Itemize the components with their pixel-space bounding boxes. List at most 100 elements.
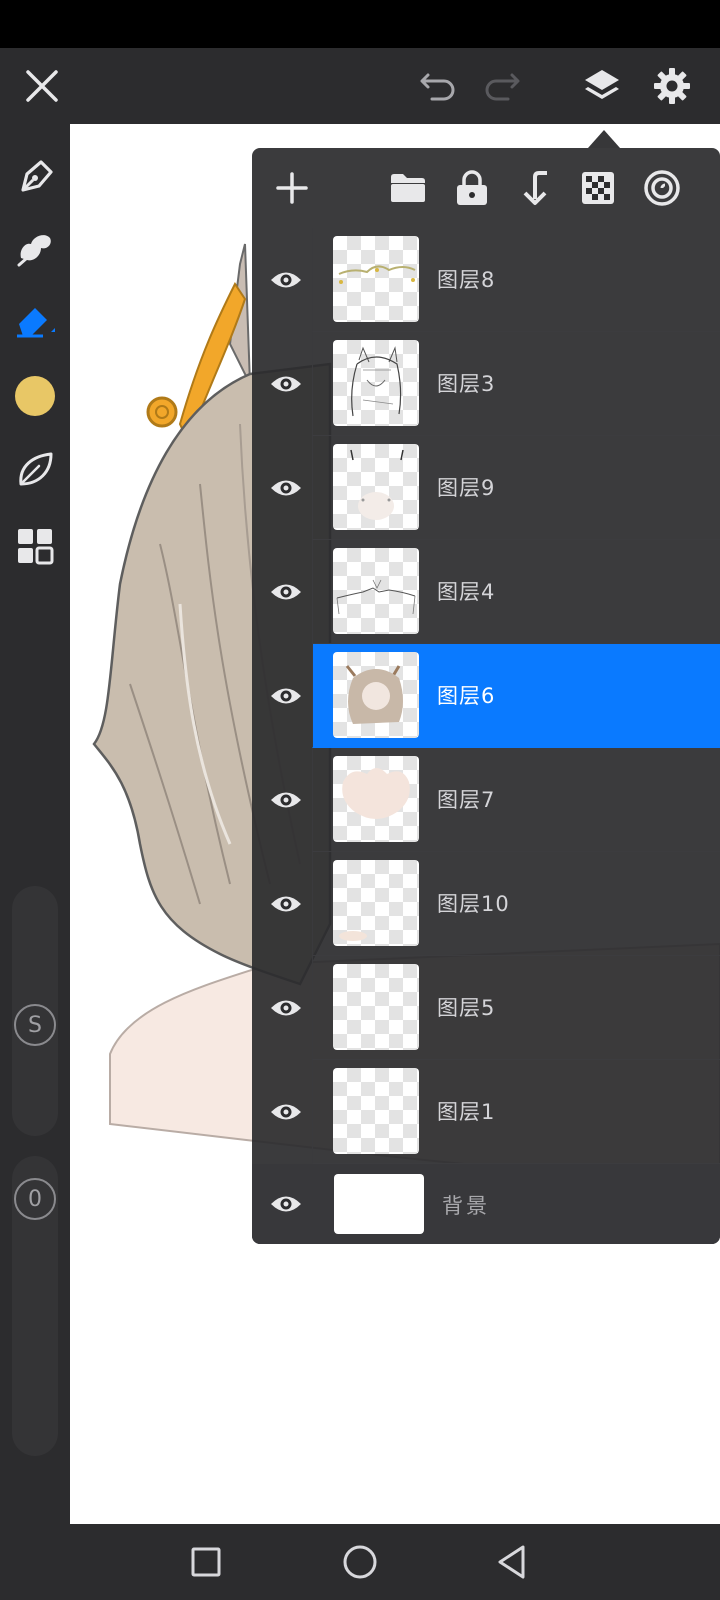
- home-icon: [343, 1545, 377, 1579]
- top-toolbar: [0, 48, 720, 124]
- background-thumbnail: [334, 1174, 424, 1234]
- settings-button[interactable]: [648, 62, 696, 110]
- layers-panel-pointer: [588, 130, 620, 148]
- layer-row[interactable]: 图层1: [252, 1060, 720, 1164]
- layer-row[interactable]: 图层4: [252, 540, 720, 644]
- eye-icon: [271, 272, 301, 288]
- eye-icon: [271, 688, 301, 704]
- close-button[interactable]: [18, 62, 66, 110]
- home-button[interactable]: [336, 1538, 384, 1586]
- eye-icon: [271, 896, 301, 912]
- visibility-toggle[interactable]: [262, 1088, 310, 1136]
- group-layers-button[interactable]: [384, 164, 432, 212]
- undo-button[interactable]: [414, 62, 462, 110]
- lock-layer-button[interactable]: [448, 164, 496, 212]
- layer-thumbnail: [333, 652, 419, 738]
- background-layer-row[interactable]: 背景: [252, 1164, 720, 1244]
- layer-row[interactable]: 图层10: [252, 852, 720, 956]
- visibility-toggle[interactable]: [262, 984, 310, 1032]
- layer-name: 图层5: [437, 996, 496, 1020]
- grid-icon: [18, 529, 54, 565]
- gear-icon: [654, 68, 690, 104]
- layer-thumbnail: [333, 1068, 419, 1154]
- layers-panel: 图层8 图层3 图层9 图层4 图层6 图层7 图层10 图层5 图层1 背景: [252, 148, 720, 1244]
- layers-button[interactable]: [578, 62, 626, 110]
- left-toolbar: S 0: [0, 124, 70, 1524]
- visibility-toggle[interactable]: [262, 672, 310, 720]
- eye-icon: [271, 1104, 301, 1120]
- layer-row-content: 图层5: [312, 956, 720, 1060]
- layer-row[interactable]: 图层7: [252, 748, 720, 852]
- layer-row-content: 图层9: [312, 436, 720, 540]
- alpha-lock-button[interactable]: [574, 164, 622, 212]
- layer-name: 图层3: [437, 372, 496, 396]
- pen-tool-button[interactable]: [11, 152, 59, 200]
- layer-name: 图层1: [437, 1100, 496, 1124]
- layer-row-content: 图层3: [312, 332, 720, 436]
- visibility-toggle[interactable]: [262, 464, 310, 512]
- layer-thumbnail: [333, 236, 419, 322]
- eye-icon: [271, 1000, 301, 1016]
- status-bar: [0, 0, 720, 48]
- back-icon: [498, 1545, 525, 1579]
- merge-down-button[interactable]: [512, 164, 560, 212]
- layer-name: 图层4: [437, 580, 496, 604]
- smudge-tool-button[interactable]: [11, 224, 59, 272]
- smudge-tool-icon: [17, 235, 51, 267]
- layer-thumbnail: [333, 340, 419, 426]
- eye-icon: [271, 376, 301, 392]
- drawing-app: S 0 图层8 图层3 图层9 图层4 图层6 图层7 图层10 图层5 图层1…: [0, 0, 720, 1600]
- layer-name: 图层8: [437, 268, 496, 292]
- layer-name: 图层10: [437, 892, 510, 916]
- blend-mode-button[interactable]: [638, 164, 686, 212]
- undo-icon: [420, 73, 455, 101]
- redo-button[interactable]: [478, 62, 526, 110]
- visibility-toggle[interactable]: [262, 776, 310, 824]
- eye-icon: [271, 480, 301, 496]
- layer-name: 图层7: [437, 788, 496, 812]
- visibility-toggle[interactable]: [262, 256, 310, 304]
- layer-name: 图层6: [437, 684, 496, 708]
- system-nav-bar: [0, 1524, 720, 1600]
- visibility-toggle[interactable]: [262, 880, 310, 928]
- layer-row[interactable]: 图层8: [252, 228, 720, 332]
- folder-icon: [391, 174, 425, 202]
- checker-icon: [582, 172, 614, 204]
- layers-icon: [585, 70, 619, 99]
- recents-icon: [191, 1547, 221, 1577]
- layer-thumbnail: [333, 756, 419, 842]
- brush-size-label: S: [14, 1004, 56, 1046]
- eraser-tool-button[interactable]: [11, 296, 59, 344]
- visibility-toggle[interactable]: [262, 568, 310, 616]
- layer-thumbnail: [333, 444, 419, 530]
- layer-row[interactable]: 图层9: [252, 436, 720, 540]
- artwork-ornament-ring: [146, 396, 178, 428]
- layer-row[interactable]: 图层6: [252, 644, 720, 748]
- close-icon: [26, 70, 58, 102]
- layer-row-content: 图层8: [312, 228, 720, 332]
- visibility-toggle[interactable]: [262, 1180, 310, 1228]
- color-button[interactable]: [11, 372, 59, 420]
- layer-row-content: 图层7: [312, 748, 720, 852]
- brush-library-button[interactable]: [11, 446, 59, 494]
- eye-icon: [271, 584, 301, 600]
- back-button[interactable]: [488, 1538, 536, 1586]
- eye-icon: [271, 792, 301, 808]
- layer-row[interactable]: 图层3: [252, 332, 720, 436]
- eraser-tool-icon: [17, 308, 55, 338]
- recents-button[interactable]: [182, 1538, 230, 1586]
- add-layer-button[interactable]: [268, 164, 316, 212]
- layer-thumbnail: [333, 860, 419, 946]
- layer-row-content: 图层10: [312, 852, 720, 956]
- blend-mode-icon: [644, 170, 680, 206]
- layer-row-content: 图层1: [312, 1060, 720, 1164]
- visibility-toggle[interactable]: [262, 360, 310, 408]
- background-layer-name: 背景: [442, 1194, 490, 1218]
- pen-tool-icon: [21, 160, 53, 192]
- opacity-label: 0: [14, 1178, 56, 1220]
- merge-down-icon: [523, 171, 547, 205]
- color-swatch: [15, 376, 55, 416]
- layer-row[interactable]: 图层5: [252, 956, 720, 1060]
- gallery-button[interactable]: [11, 522, 59, 570]
- layer-thumbnail: [333, 548, 419, 634]
